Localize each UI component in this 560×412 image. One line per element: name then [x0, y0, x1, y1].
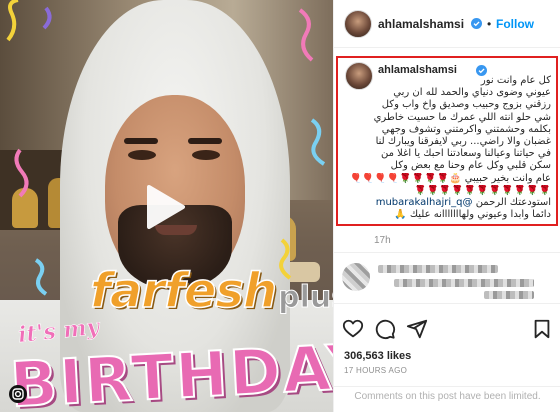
- caption-line: غضبان والا راضي... ربي لايفرقنا ويبارك ل…: [375, 136, 551, 148]
- verified-badge-icon: [471, 18, 482, 29]
- comments-limited-notice: Comments on this post have been limited.: [334, 386, 560, 412]
- caption-line: سكن قلبي وكل عام وحنا مع بعض وكل: [390, 160, 551, 172]
- blurred-avatar: [342, 263, 370, 291]
- blurred-text: [394, 279, 534, 287]
- blurred-comment: [334, 252, 560, 304]
- play-icon: [147, 185, 185, 229]
- share-icon[interactable]: [406, 318, 428, 340]
- comment-icon[interactable]: [374, 318, 396, 340]
- caption-mention-prefix: استودعتك الرحمن: [475, 197, 551, 209]
- bookmark-icon[interactable]: [531, 318, 553, 340]
- avatar[interactable]: [344, 10, 372, 38]
- caption-mention-line: استودعتك الرحمن @mubarakalhajri_q: [346, 197, 551, 209]
- follow-separator: •: [487, 17, 492, 31]
- caption-line: رزقني بزوج وحبيب وصديق واخ واب وكل: [381, 99, 551, 111]
- blurred-text: [378, 265, 498, 273]
- post-sidebar: ahlamalshamsi • Follow ahlamalshamsi كل …: [333, 0, 560, 412]
- post-header: ahlamalshamsi • Follow: [334, 0, 560, 48]
- caption-highlight: ahlamalshamsi كل عام وانت نور عيوني وضوى…: [336, 56, 558, 226]
- post-media-video[interactable]: farfesh plus.com it's my BIRTHDAY: [0, 0, 333, 412]
- caption-line: عيوني وضوى دنياي والحمد لله ان ربي: [393, 87, 551, 99]
- blurred-text: [484, 291, 534, 299]
- post-timestamp[interactable]: 17 HOURS AGO: [344, 366, 407, 375]
- site-watermark: farfesh plus.com: [89, 262, 333, 320]
- watermark-main: farfesh: [89, 262, 278, 320]
- caption-line: عام وانت بخير حبيبي 🎂🌹🌹🌹🌹🎈🎈🎈🎈: [349, 172, 551, 184]
- caption-line: كل عام وانت نور: [480, 75, 551, 86]
- play-button[interactable]: [135, 178, 193, 236]
- post-actions: [334, 318, 560, 344]
- caption-line: شي حلو انته اللي عمرك ما حسيت خاطري: [373, 111, 551, 123]
- caption-line: بكلمه وحشمتني وأكرمتني وتشوف وجهي: [381, 123, 551, 135]
- heart-icon[interactable]: [342, 318, 364, 340]
- watermark-sub: plus.com: [278, 280, 333, 316]
- follow-button[interactable]: Follow: [496, 17, 534, 31]
- caption-timestamp[interactable]: 17h: [374, 235, 391, 246]
- caption-emoji-line: 🌹🌹🌹🌹🌹🌹🌹🌹🌹🌹🌹: [414, 184, 551, 196]
- instagram-glyph-icon: [9, 385, 27, 403]
- caption-line: دائماً وأبداً وعيوني ولهااااااانه عليك 🙏: [394, 209, 551, 221]
- caption-text: كل عام وانت نور عيوني وضوى دنياي والحمد …: [346, 75, 551, 221]
- like-count[interactable]: 306,563 likes: [344, 350, 411, 362]
- post-username[interactable]: ahlamalshamsi: [378, 17, 464, 31]
- mention-link[interactable]: @mubarakalhajri_q: [376, 197, 473, 208]
- caption-line: في حياتنا وعيالنا وسعادتنا احبك يا اغلا …: [381, 148, 551, 160]
